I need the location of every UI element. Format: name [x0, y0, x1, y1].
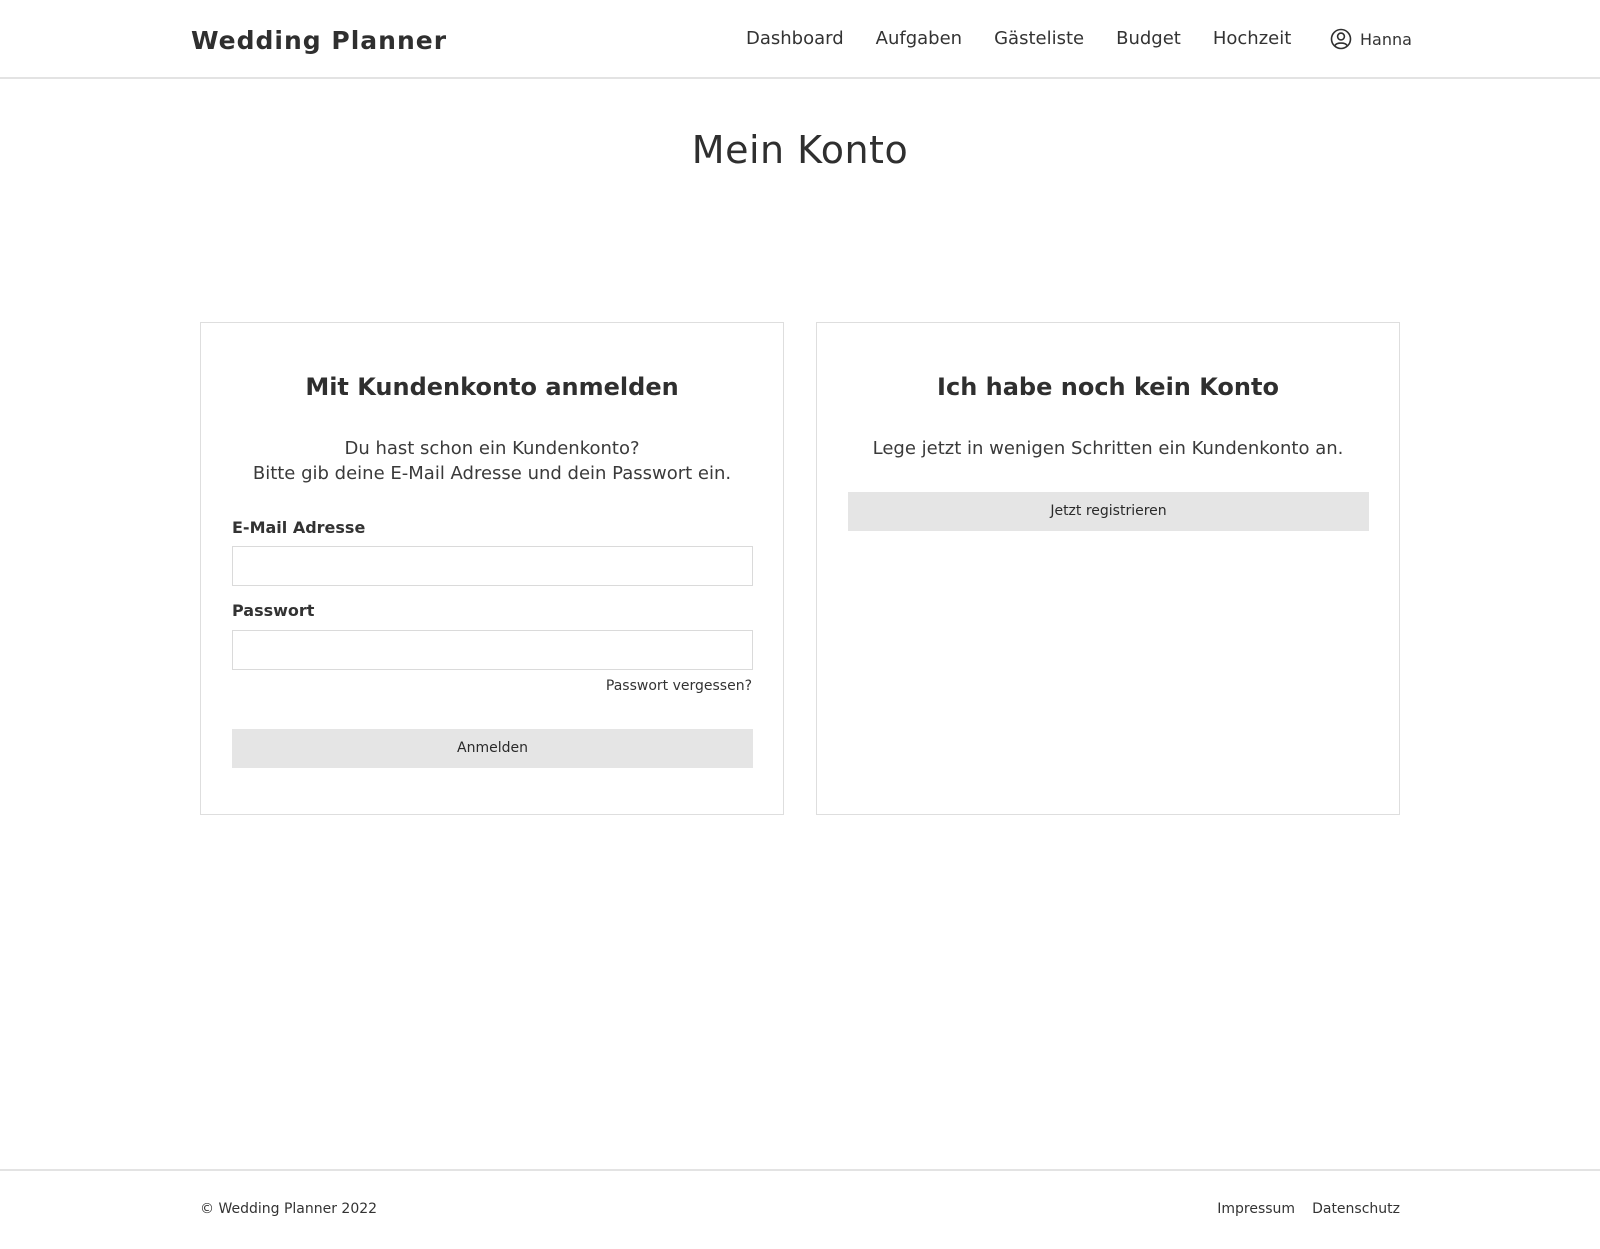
main-nav: Dashboard Aufgaben Gästeliste Budget Hoc…: [746, 28, 1323, 49]
nav-aufgaben[interactable]: Aufgaben: [876, 28, 962, 49]
nav-gaesteliste[interactable]: Gästeliste: [994, 28, 1084, 49]
user-menu[interactable]: Hanna: [1330, 28, 1412, 50]
site-footer: © Wedding Planner 2022 Impressum Datensc…: [0, 1169, 1600, 1249]
user-name: Hanna: [1360, 29, 1412, 49]
email-label: E-Mail Adresse: [232, 518, 366, 537]
forgot-password-link[interactable]: Passwort vergessen?: [606, 678, 752, 694]
nav-budget[interactable]: Budget: [1116, 28, 1181, 49]
password-field[interactable]: [232, 630, 753, 670]
email-field[interactable]: [232, 546, 753, 586]
site-header: Wedding Planner Dashboard Aufgaben Gäste…: [0, 0, 1600, 79]
login-button[interactable]: Anmelden: [232, 729, 753, 768]
register-card: Ich habe noch kein Konto Lege jetzt in w…: [816, 322, 1400, 815]
logo[interactable]: Wedding Planner: [191, 26, 447, 55]
login-text-line1: Du hast schon ein Kundenkonto?: [344, 438, 640, 459]
login-card: Mit Kundenkonto anmelden Du hast schon e…: [200, 322, 784, 815]
register-title: Ich habe noch kein Konto: [937, 373, 1279, 401]
footer-links: Impressum Datenschutz: [1200, 1201, 1400, 1217]
register-description: Lege jetzt in wenigen Schritten ein Kund…: [872, 438, 1344, 459]
footer-link-impressum[interactable]: Impressum: [1217, 1201, 1295, 1217]
login-title: Mit Kundenkonto anmelden: [305, 373, 679, 401]
login-text-line2: Bitte gib deine E-Mail Adresse und dein …: [252, 463, 732, 484]
nav-dashboard[interactable]: Dashboard: [746, 28, 844, 49]
login-description: Du hast schon ein Kundenkonto? Bitte gib…: [201, 436, 783, 486]
copyright: © Wedding Planner 2022: [200, 1201, 378, 1217]
footer-link-datenschutz[interactable]: Datenschutz: [1312, 1201, 1400, 1217]
user-circle-icon: [1330, 28, 1352, 50]
register-button[interactable]: Jetzt registrieren: [848, 492, 1369, 531]
page-title: Mein Konto: [691, 128, 909, 172]
page: Wedding Planner Dashboard Aufgaben Gäste…: [0, 0, 1600, 1249]
nav-hochzeit[interactable]: Hochzeit: [1213, 28, 1291, 49]
password-label: Passwort: [232, 601, 315, 620]
